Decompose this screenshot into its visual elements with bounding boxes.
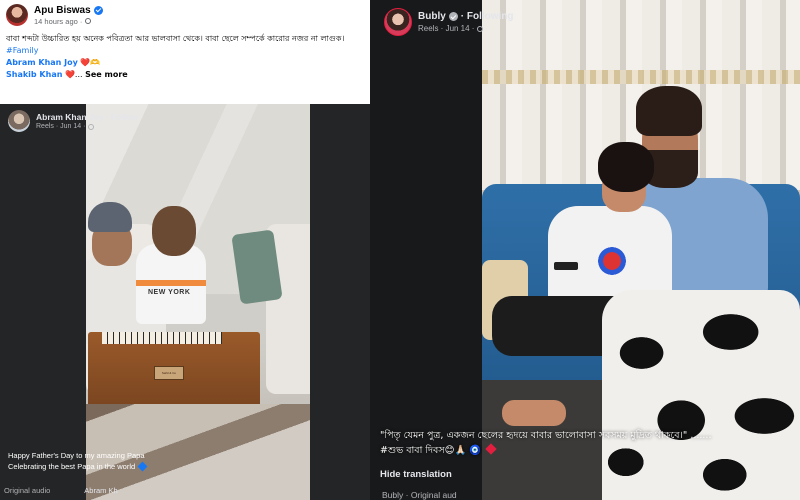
author-name: Bubly · Following: [418, 11, 514, 22]
harmonium-label-text: Sahil & Co: [161, 371, 177, 375]
post-meta: Apu Biswas 14 hours ago ·: [34, 5, 103, 26]
post-body: বাবা শব্দটা উচ্চারিত হয় অনেক পবিত্রতা আ…: [6, 33, 366, 81]
tv-remote: [554, 262, 578, 270]
avatar[interactable]: [384, 8, 412, 36]
feet: [502, 400, 566, 426]
reel-header: Abram Khan Joy · Follow Reels · Jun 14 ·: [8, 110, 138, 132]
hashtag-link[interactable]: #Family: [6, 45, 366, 57]
reel-caption: Happy Father's Day to my amazing Papa Ce…: [8, 450, 148, 472]
author-name-text[interactable]: Abram Khan Joy: [36, 112, 104, 122]
caption-hashtag[interactable]: #শুভ বাবা দিবস😊🙏🏻 🧿: [380, 445, 481, 456]
shirt-stripe: [136, 280, 206, 286]
original-audio-link[interactable]: Bubly · Original aud: [382, 490, 457, 500]
post-timestamp[interactable]: 14 hours ago ·: [34, 17, 103, 26]
cow-print-blanket: [602, 290, 800, 500]
following-button[interactable]: · Following: [461, 11, 514, 22]
harmonium-keys: [102, 332, 222, 344]
reel-meta: Bubly · Following Reels · Jun 14 ·: [418, 11, 514, 33]
shirt-print: NEW YORK: [148, 289, 191, 296]
caption-line-2-wrap: Celebrating the best Papa in the world: [8, 461, 148, 472]
author-name: Abram Khan Joy · Follow: [36, 112, 138, 122]
red-heart-icon: [485, 443, 497, 455]
avatar[interactable]: [6, 4, 28, 26]
globe-icon: [88, 123, 95, 130]
see-more-button[interactable]: See more: [85, 70, 128, 79]
reel-video-frame[interactable]: [482, 0, 800, 500]
mention-abram-link[interactable]: Abram Khan Joy: [6, 58, 78, 67]
caption-line: Happy Father's Day to my amazing Papa: [8, 451, 145, 460]
reel-timestamp[interactable]: Reels · Jun 14 ·: [418, 24, 514, 33]
timestamp-text[interactable]: Reels · Jun 14 ·: [36, 123, 85, 130]
caption-line: Celebrating the best Papa in the world: [8, 462, 136, 471]
post-apu-biswas: Apu Biswas 14 hours ago · বাবা শব্দটা উচ…: [0, 0, 370, 104]
globe-icon: [477, 25, 484, 32]
man-cap: [88, 202, 132, 232]
mention-2-emoji: ❤️...: [64, 70, 83, 79]
mention-line-2: Shakib Khan ❤️... See more: [6, 69, 366, 81]
curtain-band: [482, 70, 800, 84]
boy-hair: [598, 142, 654, 192]
feed-viewport: Apu Biswas 14 hours ago · বাবা শব্দটা উচ…: [0, 0, 800, 500]
hide-translation-button[interactable]: Hide translation: [380, 469, 452, 480]
verified-badge-icon: [93, 5, 103, 15]
original-audio-link[interactable]: Original audio: [4, 486, 50, 495]
post-text: বাবা শব্দটা উচ্চারিত হয় অনেক পবিত্রতা আ…: [6, 34, 345, 43]
verified-badge-icon: [448, 12, 458, 21]
author-name[interactable]: Apu Biswas: [34, 5, 103, 16]
harmonium-label: Sahil & Co: [154, 366, 184, 380]
reel-video-frame[interactable]: NEW YORK Sahil & Co: [86, 104, 310, 500]
reel-bubly[interactable]: Bubly · Following Reels · Jun 14 · "পিতৃ…: [370, 0, 800, 500]
author-name-text[interactable]: Bubly: [418, 11, 446, 22]
reel-meta: Abram Khan Joy · Follow Reels · Jun 14 ·: [36, 112, 138, 130]
caption-line: "পিতৃ যেমন পুত্র, একজন ছেলের হৃদয়ে বাবা…: [380, 430, 712, 441]
reel-audio-bar: Bubly · Original aud: [382, 490, 457, 500]
shared-reel-card[interactable]: NEW YORK Sahil & Co Abram Khan Joy · Fol…: [0, 104, 370, 500]
mention-shakib-link[interactable]: Shakib Khan: [6, 70, 62, 79]
globe-icon: [85, 18, 92, 24]
shirt-print: [592, 246, 632, 276]
reel-header: Bubly · Following Reels · Jun 14 ·: [384, 8, 514, 36]
author-name-text[interactable]: Apu Biswas: [34, 5, 91, 16]
avatar[interactable]: [8, 110, 30, 132]
reel-audio-bar: Original audio Abram Kh: [4, 486, 118, 495]
blue-heart-icon: [137, 461, 148, 472]
follow-button[interactable]: · Follow: [106, 112, 138, 122]
reel-timestamp[interactable]: Reels · Jun 14 ·: [36, 123, 138, 130]
mention-1-emoji: ❤️🫶: [80, 58, 101, 67]
audio-author-link[interactable]: Abram Kh: [84, 486, 117, 495]
timestamp-text[interactable]: Reels · Jun 14 ·: [418, 24, 474, 33]
caption-line-2-wrap: #শুভ বাবা দিবস😊🙏🏻 🧿: [380, 443, 796, 458]
boy-head: [152, 206, 196, 256]
man-hair: [636, 86, 702, 136]
mention-line-1: Abram Khan Joy ❤️🫶: [6, 57, 366, 69]
timestamp-text[interactable]: 14 hours ago ·: [34, 17, 82, 26]
reel-caption: "পিতৃ যেমন পুত্র, একজন ছেলের হৃদয়ে বাবা…: [380, 428, 796, 458]
post-header: Apu Biswas 14 hours ago ·: [6, 4, 103, 26]
